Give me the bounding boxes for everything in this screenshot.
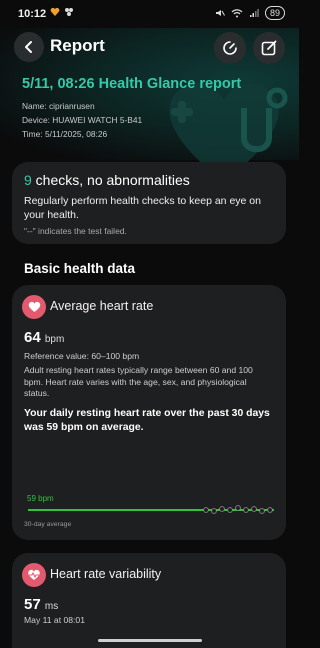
mute-icon <box>215 10 225 16</box>
trend-point <box>259 508 265 514</box>
hrv-unit: ms <box>44 601 59 612</box>
heart-rate-number: 64 <box>24 329 41 346</box>
gauge-refresh-icon <box>223 41 237 55</box>
checks-note: "--" indicates the test failed. <box>24 226 127 236</box>
report-title: 5/11, 08:26 Health Glance report <box>22 76 242 92</box>
status-system-icons: 89 <box>215 6 285 20</box>
status-notification-icons <box>50 7 74 17</box>
trend-point <box>267 507 273 513</box>
heart-rate-unit: bpm <box>44 334 65 345</box>
edit-icon <box>261 40 277 56</box>
trend-point <box>251 506 257 512</box>
status-bar: 10:12 89 <box>0 0 299 28</box>
signal-icon <box>249 9 259 17</box>
battery-indicator: 89 <box>264 6 285 20</box>
report-name: Name: ciprianrusen <box>22 101 95 111</box>
heart-badge <box>22 295 46 319</box>
checks-description: Regularly perform health checks to keep … <box>24 195 261 221</box>
page-title: Report <box>50 36 105 55</box>
checks-summary-card: 9 checks, no abnormalities Regularly per… <box>12 162 286 244</box>
chart-caption: 30-day average <box>24 521 72 528</box>
chevron-left-icon <box>25 41 32 53</box>
heart-rate-explanation: Adult resting heart rates typically rang… <box>24 365 253 398</box>
report-device: Device: HUAWEI WATCH 5-B41 <box>22 115 143 125</box>
section-title: Basic health data <box>24 261 136 276</box>
trend-point <box>219 506 225 512</box>
health-check-button[interactable] <box>214 32 246 64</box>
heart-rate-daily-summary: Your daily resting heart rate over the p… <box>24 408 270 433</box>
back-button[interactable] <box>14 32 44 62</box>
hrv-badge <box>22 563 46 587</box>
trend-point <box>203 507 209 513</box>
heart-icon <box>28 301 40 312</box>
average-heart-rate-card[interactable]: Average heart rate 64 bpm Reference valu… <box>12 285 286 540</box>
status-time: 10:12 <box>18 8 47 20</box>
heart-rate-title: Average heart rate <box>50 299 154 313</box>
hrv-number: 57 <box>24 596 41 613</box>
hrv-time: May 11 at 08:01 <box>24 615 85 625</box>
checks-title: 9 checks, no abnormalities <box>24 172 190 188</box>
edit-button[interactable] <box>253 32 285 64</box>
heart-rate-value: 64 bpm <box>24 329 64 346</box>
trend-point <box>235 505 241 511</box>
report-time: Time: 5/11/2025, 08:26 <box>22 129 108 139</box>
heart-rate-trend-chart <box>28 505 274 514</box>
heart-rate-reference: Reference value: 60–100 bpm <box>24 351 140 361</box>
hrv-title: Heart rate variability <box>50 567 162 581</box>
checks-count: 9 <box>24 172 32 188</box>
home-indicator[interactable] <box>98 639 202 642</box>
hrv-value: 57 ms <box>24 596 58 613</box>
app-notification-icon <box>65 8 73 16</box>
heart-rate-variability-card[interactable]: Heart rate variability 57 ms May 11 at 0… <box>12 553 286 648</box>
trend-point <box>243 507 249 513</box>
trend-point <box>227 507 233 513</box>
chart-average-label: 59 bpm <box>27 494 54 503</box>
checks-status: checks, no abnormalities <box>31 172 190 188</box>
heart-pulse-icon <box>28 569 40 580</box>
trend-point <box>211 508 217 514</box>
wifi-icon <box>231 9 243 18</box>
app-bar: Report <box>0 28 299 68</box>
notification-icon <box>50 7 60 17</box>
trend-points <box>203 505 273 514</box>
